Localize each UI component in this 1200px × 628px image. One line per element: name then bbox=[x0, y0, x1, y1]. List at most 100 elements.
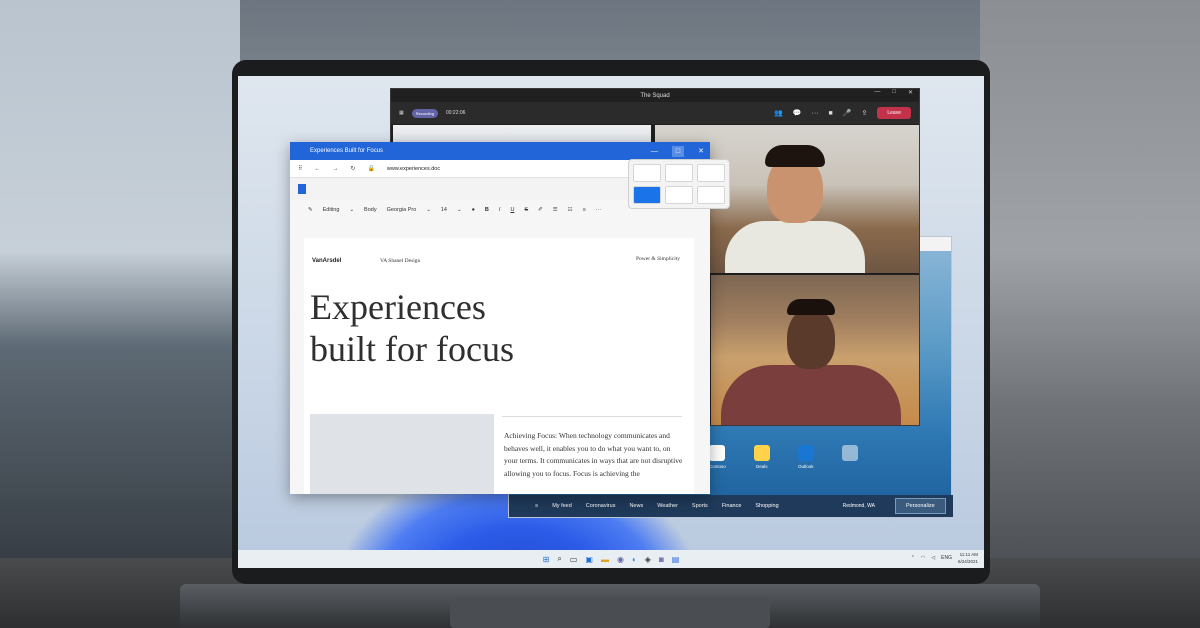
chevron-down-icon[interactable]: ⌄ bbox=[457, 207, 462, 213]
leave-button[interactable]: Leave bbox=[877, 107, 911, 119]
image-placeholder bbox=[310, 414, 494, 494]
add-app-button[interactable] bbox=[841, 445, 858, 469]
word-doc-icon bbox=[298, 184, 306, 194]
underline-button[interactable]: U bbox=[510, 207, 514, 213]
maximize-icon[interactable]: □ bbox=[671, 145, 685, 157]
widgets-icon[interactable]: ▣ bbox=[585, 555, 593, 564]
header-center-text: VA Shanel Design bbox=[380, 258, 421, 264]
nav-weather[interactable]: Weather bbox=[657, 503, 678, 509]
document-window-title: Experiences Built for Focus bbox=[310, 148, 384, 154]
share-icon[interactable]: ⇪ bbox=[862, 109, 868, 117]
word-icon[interactable]: ▤ bbox=[672, 555, 680, 564]
bullets-icon[interactable]: ☰ bbox=[553, 207, 558, 213]
editing-dropdown[interactable]: Editing bbox=[323, 207, 340, 213]
laptop-screen: Contoso Deals Outlook ≡ My feed Coronavi… bbox=[238, 76, 984, 568]
recording-badge: Recording bbox=[411, 108, 438, 118]
nav-sports[interactable]: Sports bbox=[692, 503, 708, 509]
grid-icon[interactable]: ▦ bbox=[399, 110, 404, 116]
outlook-icon bbox=[797, 445, 814, 461]
brand-logo-text: VanArsdel bbox=[312, 258, 342, 264]
align-icon[interactable]: ≡ bbox=[583, 207, 586, 213]
snap-layouts-flyout bbox=[628, 159, 730, 209]
mic-icon[interactable]: 🎤 bbox=[843, 109, 852, 117]
chevron-up-icon[interactable]: ⌃ bbox=[911, 555, 915, 561]
nav-shopping[interactable]: Shopping bbox=[755, 503, 778, 509]
contoso-icon bbox=[709, 445, 726, 461]
snap-zone[interactable] bbox=[697, 164, 725, 182]
snap-zone[interactable] bbox=[697, 186, 725, 204]
file-explorer-icon[interactable]: ▬ bbox=[601, 555, 609, 564]
highlight-icon[interactable]: ✐ bbox=[538, 207, 543, 213]
font-color-icon[interactable]: ● bbox=[472, 207, 475, 213]
snap-zone-selected[interactable] bbox=[633, 186, 661, 204]
close-icon[interactable]: ✕ bbox=[698, 147, 704, 155]
search-icon[interactable]: ⌕ bbox=[557, 554, 561, 564]
participants-icon[interactable]: 👥 bbox=[774, 109, 783, 117]
taskbar: ⊞ ⌕ ▭ ▣ ▬ ◉ ◐ ◈ ◙ ▤ ⌃ ◠ ◁ ENG 11:11 AM 6… bbox=[238, 550, 984, 568]
apps-grid-icon[interactable]: ⠿ bbox=[298, 165, 302, 172]
video-tile-participant-2 bbox=[711, 275, 919, 425]
news-nav-bar: ≡ My feed Coronavirus News Weather Sport… bbox=[509, 495, 953, 517]
bold-button[interactable]: B bbox=[485, 207, 489, 213]
edge-icon[interactable]: ◐ bbox=[632, 555, 637, 564]
snap-zone[interactable] bbox=[633, 164, 661, 182]
chevron-down-icon[interactable]: ⌄ bbox=[426, 207, 431, 213]
more-icon[interactable]: ··· bbox=[596, 207, 602, 213]
style-dropdown[interactable]: Body bbox=[364, 207, 377, 213]
chevron-down-icon[interactable]: ⌄ bbox=[349, 207, 354, 213]
hamburger-icon[interactable]: ≡ bbox=[535, 503, 538, 509]
font-size-dropdown[interactable]: 14 bbox=[441, 207, 447, 213]
nav-coronavirus[interactable]: Coronavirus bbox=[586, 503, 616, 509]
background-room-left bbox=[0, 0, 240, 628]
minimize-icon[interactable]: — bbox=[874, 89, 880, 96]
deals-icon bbox=[753, 445, 770, 461]
divider bbox=[502, 416, 682, 417]
background-room-right bbox=[980, 0, 1200, 628]
volume-icon[interactable]: ◁ bbox=[931, 555, 935, 561]
italic-button[interactable]: I bbox=[499, 207, 501, 213]
nav-news[interactable]: News bbox=[629, 503, 643, 509]
language-indicator[interactable]: ENG bbox=[941, 555, 952, 561]
url-field[interactable]: www.experiences.doc bbox=[387, 166, 440, 172]
close-icon[interactable]: ✕ bbox=[908, 89, 913, 96]
document-page[interactable]: VanArsdel VA Shanel Design Power & Simpl… bbox=[304, 238, 694, 494]
nav-finance[interactable]: Finance bbox=[722, 503, 742, 509]
maximize-icon[interactable]: □ bbox=[892, 89, 896, 96]
document-titlebar: Experiences Built for Focus — □ ✕ bbox=[290, 142, 710, 160]
back-icon[interactable]: ← bbox=[314, 166, 320, 172]
app-label: Contoso bbox=[709, 464, 726, 469]
news-titlebar bbox=[919, 237, 951, 251]
forward-icon[interactable]: → bbox=[332, 166, 338, 172]
call-timer: 00:22:06 bbox=[445, 110, 466, 116]
task-view-icon[interactable]: ▭ bbox=[570, 555, 578, 564]
teams-icon[interactable]: ◉ bbox=[617, 555, 624, 564]
more-icon[interactable]: ··· bbox=[812, 110, 819, 117]
pencil-icon: ✎ bbox=[308, 207, 313, 213]
snap-zone[interactable] bbox=[665, 186, 693, 204]
app-outlook[interactable]: Outlook bbox=[797, 445, 814, 469]
store-icon[interactable]: ◈ bbox=[645, 555, 651, 564]
teams-toolbar: ▦ Recording 00:22:06 👥 💬 ··· ■ 🎤 ⇪ Leave bbox=[391, 102, 919, 124]
touchpad bbox=[450, 598, 770, 628]
document-headline: Experiences built for focus bbox=[310, 287, 514, 369]
wifi-icon[interactable]: ◠ bbox=[921, 555, 925, 561]
start-icon[interactable]: ⊞ bbox=[543, 555, 550, 564]
chat-icon[interactable]: 💬 bbox=[793, 109, 802, 117]
refresh-icon[interactable]: ↻ bbox=[350, 165, 355, 172]
camera-icon[interactable]: ■ bbox=[829, 110, 833, 117]
clock-date: 6/24/2021 bbox=[957, 559, 978, 564]
snap-zone[interactable] bbox=[665, 164, 693, 182]
chat-icon[interactable]: ◙ bbox=[659, 555, 664, 564]
numbering-icon[interactable]: ☷ bbox=[568, 207, 573, 213]
app-contoso[interactable]: Contoso bbox=[709, 445, 726, 469]
app-deals[interactable]: Deals bbox=[753, 445, 770, 469]
font-dropdown[interactable]: Georgia Pro bbox=[387, 207, 417, 213]
participant-face bbox=[787, 307, 835, 369]
participant-body bbox=[721, 365, 901, 425]
personalize-button[interactable]: Personalize bbox=[894, 498, 946, 514]
minimize-icon[interactable]: — bbox=[651, 148, 658, 155]
clock[interactable]: 11:11 AM 6/24/2021 bbox=[958, 551, 978, 565]
news-app-row: Contoso Deals Outlook bbox=[709, 445, 858, 469]
nav-my-feed[interactable]: My feed bbox=[552, 503, 572, 509]
strikethrough-button[interactable]: S bbox=[524, 207, 528, 213]
